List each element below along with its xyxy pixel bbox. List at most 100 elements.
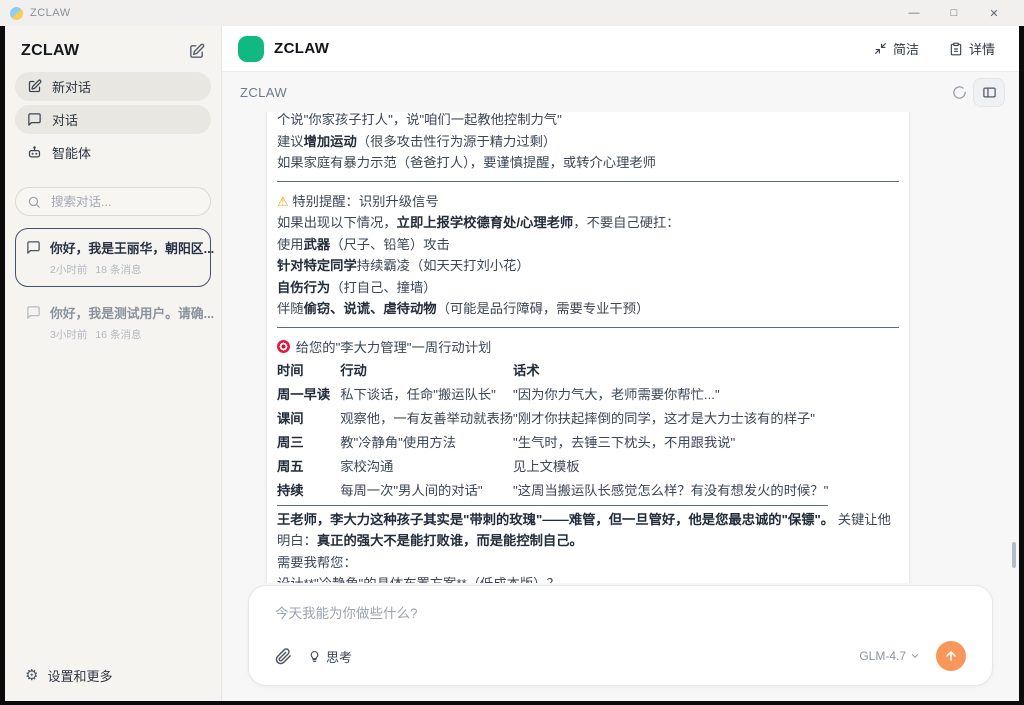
main-header: ZCLAW 简洁 详情 [222,26,1019,72]
compact-view-button[interactable]: 简洁 [874,39,919,58]
brand-logo [238,36,264,62]
nav-label: 智能体 [52,143,91,162]
message-line: 建议增加运动（很多攻击性行为源于精力过剩） [277,131,899,153]
model-selector[interactable]: GLM-4.7 [859,649,920,663]
table-row: 周三教"冷静角"使用方法"生气时，去锤三下枕头，不用跟我说" [277,429,828,453]
conversation-list: 你好，我是王丽华，朝阳区... 2小时前 18 条消息 你好，我是测试用户。请确… [5,216,221,358]
message-line: 自伤行为（打自己、撞墙） [277,277,899,299]
table-row: 课间观察他，一有友善举动就表扬"刚才你扶起摔倒的同学，这才是大力士该有的样子" [277,405,828,429]
message-content: 个说"你家孩子打人"，说"咱们一起教他控制力气"建议增加运动（很多攻击性行为源于… [277,112,899,583]
settings-label: 设置和更多 [47,666,112,685]
table-header-cell: 话术 [513,359,828,381]
conversation-title: 你好，我是王丽华，朝阳区... [50,238,214,257]
table-cell: 家校沟通 [340,453,513,477]
message-line: 伴随偷窃、说谎、虐待动物（可能是品行障碍，需要专业干预） [277,298,899,320]
arrow-up-icon [944,649,958,663]
table-header-cell: 时间 [277,359,340,381]
table-row: 周五家校沟通见上文模板 [277,453,828,477]
think-label: 思考 [326,647,352,666]
table-cell: 观察他，一有友善举动就表扬 [340,405,513,429]
message-line: ⚠ 特别提醒：识别升级信号 [277,191,899,213]
sidebar-item-new-chat[interactable]: 新对话 [15,72,211,101]
panel-toggle-button[interactable] [973,78,1005,107]
bulb-icon [308,649,321,664]
compact-label: 简洁 [893,39,919,58]
sidebar-item-agents[interactable]: 智能体 [15,138,211,167]
compose-icon[interactable] [188,43,205,60]
table-cell: "生气时，去锤三下枕头，不用跟我说" [513,429,828,453]
sidebar-header: ZCLAW [5,26,221,72]
conversation-title: 你好，我是测试用户。请确... [50,303,214,322]
chat-bubble-icon [26,305,41,342]
details-view-button[interactable]: 详情 [949,39,995,58]
sidebar: ZCLAW 新对话 对话 智能体 [5,26,222,701]
composer-wrap: 今天我能为你做些什么? 思考 GLM-4.7 [222,583,1019,701]
chat-title-actions [952,78,1005,107]
table-cell: "这周当搬运队长感觉怎么样？有没有想发火的时候？" [513,477,828,505]
composer-left-actions: 思考 [275,647,352,666]
model-name: GLM-4.7 [859,649,906,663]
table-row: 持续每周一次"男人间的对话""这周当搬运队长感觉怎么样？有没有想发火的时候？" [277,477,828,505]
settings-button[interactable]: ⚙ 设置和更多 [5,652,221,701]
target-icon [277,340,290,353]
maximize-button[interactable]: □ [934,0,974,26]
chat-title: ZCLAW [240,85,287,100]
table-cell: "因为你力气大，老师需要你帮忙..." [513,381,828,405]
nav-label: 新对话 [52,77,91,96]
main-area: ZCLAW 简洁 详情 ZCLAW 个说"你家孩子打人"，说"咱们 [222,26,1019,701]
clipboard-icon [949,42,963,56]
divider [277,181,899,182]
table-cell: 课间 [277,405,340,429]
app-window: ZCLAW 新对话 对话 智能体 [5,26,1019,701]
search-icon [27,195,41,209]
composer[interactable]: 今天我能为你做些什么? 思考 GLM-4.7 [248,585,993,686]
table-cell: 教"冷静角"使用方法 [340,429,513,453]
refresh-icon[interactable] [952,85,967,100]
composer-placeholder: 今天我能为你做些什么? [275,602,966,622]
table-cell: 每周一次"男人间的对话" [340,477,513,505]
table-cell: "刚才你扶起摔倒的同学，这才是大力士该有的样子" [513,405,828,429]
send-button[interactable] [936,641,966,671]
window-controls: — □ ✕ [894,0,1014,26]
scrollbar-thumb[interactable] [1012,542,1016,568]
search-box[interactable] [15,187,211,216]
message-line: 王老师，李大力这种孩子其实是"带刺的玫瑰"——难管，但一旦管好，他是您最忠诚的"… [277,509,899,552]
conversation-count: 18 条消息 [95,262,141,277]
conversation-meta: 2小时前 18 条消息 [50,262,214,277]
details-label: 详情 [969,39,995,58]
warning-icon: ⚠ [277,191,289,213]
message-line: 针对特定同学持续霸凌（如天天打刘小花） [277,255,899,277]
search-input[interactable] [49,194,193,210]
conversation-item-selected[interactable]: 你好，我是王丽华，朝阳区... 2小时前 18 条消息 [15,228,211,287]
divider [277,327,899,328]
search-wrap [15,187,211,216]
conversation-item[interactable]: 你好，我是测试用户。请确... 3小时前 16 条消息 [15,293,211,352]
table-cell: 周五 [277,453,340,477]
think-toggle[interactable]: 思考 [308,647,352,666]
table-cell: 周三 [277,429,340,453]
conversation-time: 2小时前 [50,262,87,277]
robot-icon [27,145,42,160]
brand-name: ZCLAW [274,40,329,57]
sidebar-title: ZCLAW [21,42,79,60]
chat-scroll-area[interactable]: 个说"你家孩子打人"，说"咱们一起教他控制力气"建议增加运动（很多攻击性行为源于… [222,112,1019,583]
sidebar-item-chats[interactable]: 对话 [15,105,211,134]
conversation-meta: 3小时前 16 条消息 [50,327,214,342]
sidebar-nav: 新对话 对话 智能体 [5,72,221,171]
message-line: 如果出现以下情况，立即上报学校德育处/心理老师，不要自己硬扛： [277,212,899,234]
assistant-message-card: 个说"你家孩子打人"，说"咱们一起教他控制力气"建议增加运动（很多攻击性行为源于… [266,112,910,583]
minimize-button[interactable]: — [894,0,934,26]
message-line: 如果家庭有暴力示范（爸爸打人），要谨慎提醒，或转介心理老师 [277,152,899,174]
table-cell: 私下谈话，任命"搬运队长" [340,381,513,405]
conversation-count: 16 条消息 [95,327,141,342]
compose-icon [27,79,42,94]
message-line: 需要我帮您： [277,552,899,574]
composer-toolbar: 思考 GLM-4.7 [275,641,966,671]
message-line: 个说"你家孩子打人"，说"咱们一起教他控制力气" [277,112,899,131]
attachment-icon[interactable] [275,648,292,665]
chat-bubble-icon [26,240,41,277]
header-actions: 简洁 详情 [874,39,995,58]
action-plan-table: 时间行动话术周一早读私下谈话，任命"搬运队长""因为你力气大，老师需要你帮忙..… [277,359,828,506]
table-header-cell: 行动 [340,359,513,381]
close-button[interactable]: ✕ [974,0,1014,26]
